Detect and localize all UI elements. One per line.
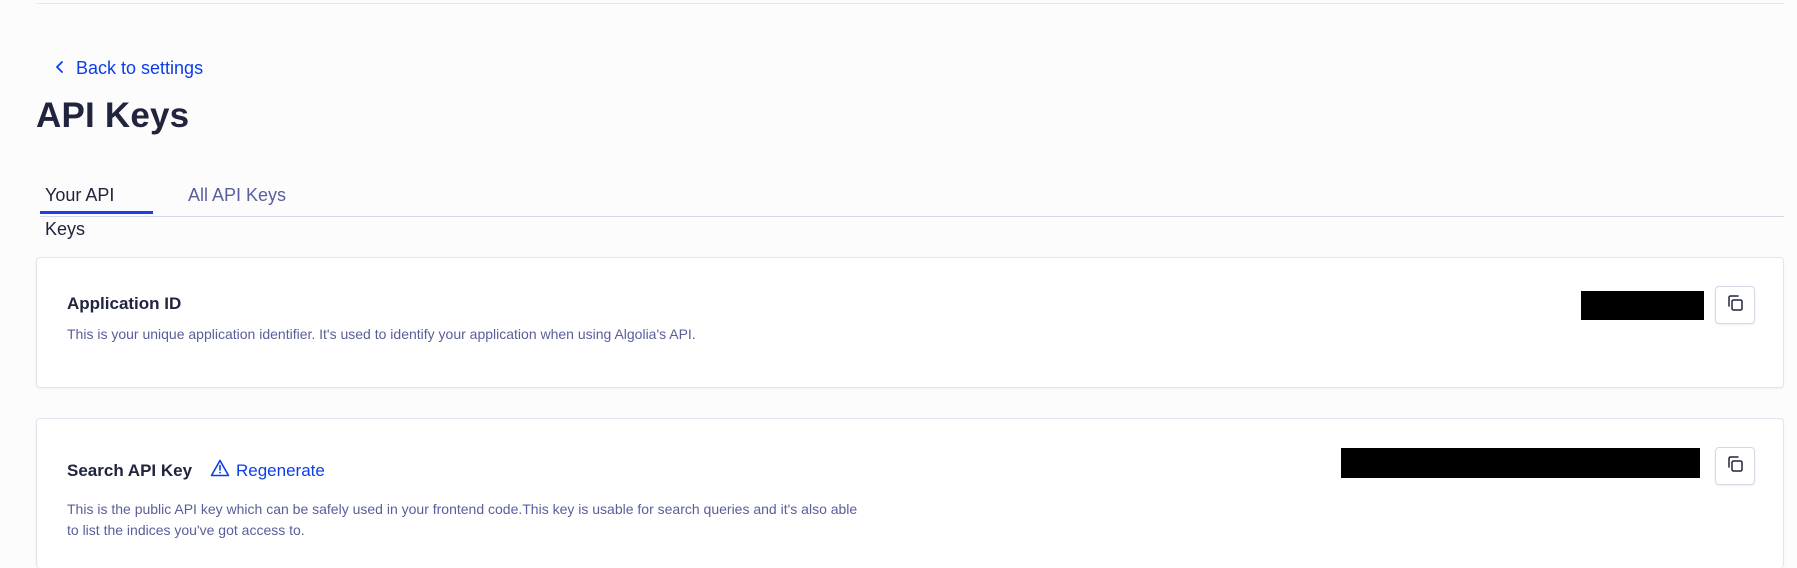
regenerate-button[interactable]: Regenerate	[210, 459, 325, 482]
warning-icon	[210, 459, 230, 482]
copy-icon	[1725, 454, 1745, 479]
search-api-key-value	[1341, 448, 1700, 478]
application-id-card: Application ID This is your unique appli…	[36, 257, 1784, 388]
copy-search-api-key-button[interactable]	[1715, 447, 1755, 485]
copy-application-id-button[interactable]	[1715, 286, 1755, 324]
search-api-key-title: Search API Key	[67, 461, 193, 480]
copy-icon	[1725, 293, 1745, 318]
application-id-description: This is your unique application identifi…	[67, 326, 696, 342]
search-api-key-description-line-2: to list the indices you've got access to…	[67, 522, 305, 538]
application-id-value	[1581, 291, 1704, 320]
top-divider	[36, 0, 1784, 4]
application-id-title: Application ID	[67, 294, 182, 313]
back-to-settings-link[interactable]: Back to settings	[54, 58, 203, 79]
tab-your-api-keys[interactable]: Your API Keys	[40, 172, 153, 239]
search-api-key-card: Search API Key Regenerate This is the pu…	[36, 418, 1784, 568]
search-api-key-description: This is the public API key which can be …	[67, 499, 857, 541]
chevron-left-icon	[54, 58, 66, 79]
tab-all-api-keys[interactable]: All API Keys	[183, 172, 291, 214]
search-api-key-description-line-1: This is the public API key which can be …	[67, 501, 858, 517]
api-keys-tabs: Your API Keys All API Keys	[40, 172, 1784, 239]
regenerate-label: Regenerate	[236, 460, 325, 480]
page-title: API Keys	[36, 96, 190, 135]
back-link-label: Back to settings	[76, 58, 204, 78]
